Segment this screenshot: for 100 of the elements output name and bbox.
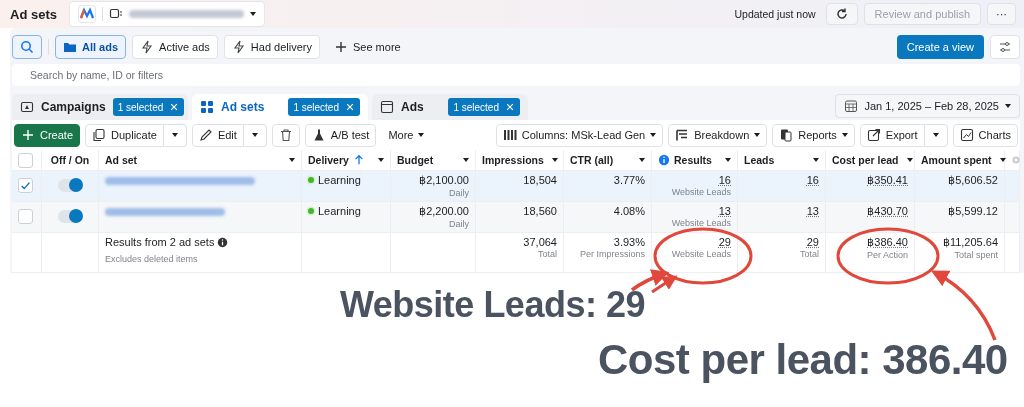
ab-test-button[interactable]: A/B test (304, 123, 377, 147)
metric-link[interactable]: ฿350.41 (867, 174, 908, 187)
cell-note: Website Leads (671, 249, 731, 259)
info-icon (217, 236, 229, 248)
caret-icon (906, 158, 913, 162)
delivery-status: Learning (318, 205, 361, 217)
dropdown-button[interactable] (243, 123, 267, 147)
close-icon (169, 102, 180, 112)
caret-icon (999, 158, 1006, 162)
column-header[interactable]: Delivery (308, 154, 349, 166)
view-settings-button[interactable] (990, 35, 1020, 59)
info-icon (658, 154, 670, 166)
totals-label: Results from 2 ad sets (105, 236, 215, 248)
selection-badge[interactable]: 1 selected (288, 98, 360, 116)
column-header[interactable]: Ad set (105, 154, 138, 166)
caret-icon (725, 158, 731, 162)
grid-icon (200, 100, 214, 114)
metric-link[interactable]: 29 (806, 236, 819, 248)
metric-link[interactable]: 29 (718, 236, 731, 248)
level-tab[interactable]: Campaigns 1 selected (12, 94, 188, 120)
caret-icon (171, 133, 178, 137)
export-icon (866, 128, 881, 142)
cell-value: ฿2,200.00 (419, 205, 469, 218)
filter-tab[interactable]: See more (325, 35, 409, 59)
account-selector[interactable] (68, 1, 265, 27)
cell-note: Total spent (954, 250, 998, 260)
search-field[interactable]: Search by name, ID or filters (12, 64, 1020, 86)
duplicate-button[interactable]: Duplicate (85, 123, 164, 147)
column-header[interactable]: Leads (744, 154, 775, 166)
caret-icon (463, 158, 469, 162)
columns-button[interactable]: Columns: MSk-Lead Gen (495, 123, 664, 147)
cell-note: Per Impressions (579, 249, 645, 259)
column-header[interactable]: Budget (397, 154, 434, 166)
caret-icon (639, 158, 645, 162)
row-checkbox[interactable] (18, 178, 33, 193)
cell-value: ฿2,100.00 (419, 174, 469, 187)
report-icon (779, 128, 794, 142)
date-range-picker[interactable]: Jan 1, 2025 – Feb 28, 2025 (835, 94, 1020, 118)
arrow (930, 270, 997, 341)
edit-button[interactable]: Edit (191, 123, 244, 147)
column-header[interactable]: Impressions (482, 154, 544, 166)
toggle-switch[interactable] (58, 179, 82, 192)
column-header[interactable]: Cost per lead (832, 154, 899, 166)
reports-button[interactable]: Reports (772, 123, 855, 147)
delete-button[interactable] (271, 123, 300, 147)
export-button[interactable]: Export (859, 123, 925, 147)
dropdown-button[interactable] (163, 123, 187, 147)
window-icon (380, 100, 394, 114)
cell-value: 3.77% (613, 174, 645, 186)
create-view-button[interactable]: Create a view (896, 35, 984, 59)
search-button[interactable] (12, 35, 42, 59)
caret-icon (289, 158, 295, 162)
totals-note: Excludes deleted items (105, 254, 198, 264)
close-icon (505, 102, 515, 112)
cell-value: ฿5,606.52 (948, 174, 998, 187)
cell-value: ฿11,205.64 (942, 236, 998, 249)
selection-badge[interactable]: 1 selected (112, 98, 185, 116)
search-icon (20, 40, 34, 54)
cell-note: Per Action (866, 250, 908, 260)
column-header[interactable]: CTR (all) (570, 154, 614, 166)
copy-icon (92, 128, 107, 142)
row-checkbox[interactable] (18, 209, 33, 224)
cell-note: Daily (449, 219, 469, 229)
select-all-checkbox[interactable] (18, 152, 33, 168)
dropdown-button[interactable] (924, 123, 948, 147)
filter-tab[interactable]: Had delivery (223, 35, 320, 59)
caret-icon (1005, 104, 1011, 108)
cell-note: Total (800, 249, 819, 259)
more-options-button[interactable]: ··· (987, 3, 1016, 25)
lightning-icon (231, 40, 246, 54)
filter-tab[interactable]: Active ads (132, 35, 218, 59)
filter-tab[interactable]: All ads (55, 35, 127, 59)
metric-link[interactable]: 13 (806, 205, 819, 217)
caret-icon (932, 133, 939, 137)
caret-icon (418, 133, 425, 137)
column-header[interactable]: Off / On (50, 154, 90, 166)
list-icon (675, 128, 690, 142)
refresh-button[interactable] (825, 3, 858, 25)
column-header[interactable]: Results (674, 154, 712, 166)
level-tab[interactable]: Ads 1 selected (372, 94, 528, 120)
annotation-text: Cost per lead: 386.40 (598, 339, 1008, 381)
metric-link[interactable]: ฿430.70 (867, 205, 908, 218)
selection-badge[interactable]: 1 selected (448, 98, 520, 116)
cell-value: 3.93% (613, 236, 645, 248)
cell-value: 18,560 (523, 205, 557, 217)
calendar-icon (844, 99, 859, 113)
charts-button[interactable]: Charts (952, 123, 1018, 147)
cell-note: Daily (449, 188, 469, 198)
toggle-switch[interactable] (58, 210, 82, 223)
metric-link[interactable]: 16 (718, 174, 731, 186)
breakdown-button[interactable]: Breakdown (668, 123, 768, 147)
create-button[interactable]: Create (14, 123, 81, 147)
metric-link[interactable]: ฿386.40 (867, 236, 908, 249)
plus-icon (21, 128, 35, 142)
cell-value: 37,064 (523, 236, 557, 248)
level-tab[interactable]: Ad sets 1 selected (192, 94, 368, 120)
caret-icon (813, 158, 819, 162)
metric-link[interactable]: 16 (806, 174, 819, 186)
metric-link[interactable]: 13 (718, 205, 731, 217)
column-header[interactable]: Amount spent (921, 154, 992, 166)
